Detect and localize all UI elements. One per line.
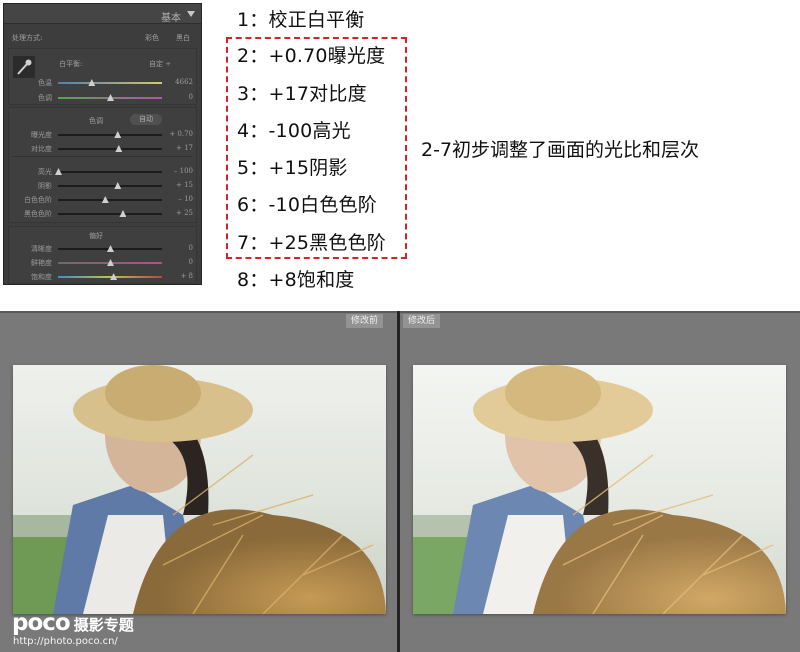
slider-label: 阴影 [38, 182, 52, 190]
slider-track[interactable] [58, 245, 162, 252]
tone-label: 色调 [89, 117, 103, 125]
treatment-color-button[interactable]: 彩色 [145, 33, 159, 43]
after-photo-image [413, 365, 786, 614]
slider-track[interactable] [58, 131, 162, 138]
poco-subtitle: 摄影专题 [73, 616, 134, 634]
compare-divider[interactable] [397, 311, 400, 652]
slider-label: 高光 [38, 168, 52, 176]
step-item: 2：+0.70曝光度 [237, 45, 386, 67]
collapse-triangle-icon[interactable] [187, 11, 195, 17]
slider-track[interactable] [58, 210, 162, 217]
panel-header[interactable]: 基本 [4, 4, 201, 24]
slider-label: 色调 [38, 94, 52, 102]
slider-value[interactable]: – 10 [167, 195, 193, 203]
slider-value[interactable]: 4662 [167, 78, 193, 86]
slider-label: 色温 [38, 79, 52, 87]
compare-top-border [0, 311, 800, 313]
slider-label: 黑色色阶 [24, 210, 52, 218]
slider-track[interactable] [58, 259, 162, 266]
slider-value[interactable]: 0 [167, 258, 193, 266]
before-after-view: 修改前 修改后 [0, 311, 800, 652]
panel-title: 基本 [161, 13, 181, 24]
slider-label: 对比度 [31, 145, 52, 153]
poco-logo-text: poco [12, 610, 71, 636]
slider-value[interactable]: + 25 [167, 209, 193, 217]
after-label: 修改后 [403, 314, 441, 328]
poco-watermark: poco 摄影专题 http://photo.poco.cn/ [12, 610, 134, 647]
after-photo[interactable] [413, 365, 786, 614]
step-item: 3：+17对比度 [237, 83, 367, 105]
slider-track[interactable] [55, 168, 162, 175]
slider-value[interactable]: + 0.70 [167, 130, 193, 138]
slider-label: 饱和度 [31, 273, 52, 281]
tone-divider [12, 156, 192, 157]
before-photo-image [13, 365, 386, 614]
slider-value[interactable]: 0 [167, 244, 193, 252]
slider-value[interactable]: 0 [167, 93, 193, 101]
slider-track[interactable] [58, 196, 162, 203]
eyedropper-icon[interactable] [13, 56, 35, 78]
step-item: 6：-10白色色阶 [237, 194, 377, 216]
slider-value[interactable]: – 100 [167, 167, 193, 175]
slider-track[interactable] [58, 182, 162, 189]
basic-panel: 基本 处理方式: 彩色 黑白 白平衡: 自定 ÷ 色温 4662 色调 0 色调 自动… [3, 3, 202, 285]
slider-track[interactable] [58, 79, 162, 86]
step-item: 8：+8饱和度 [237, 269, 355, 291]
presence-label: 偏好 [89, 232, 103, 240]
slider-value[interactable]: + 17 [167, 144, 193, 152]
step-item: 4：-100高光 [237, 120, 351, 142]
treatment-label: 处理方式: [12, 34, 43, 42]
poco-url: http://photo.poco.cn/ [13, 636, 118, 647]
step-item: 1：校正白平衡 [237, 9, 365, 31]
slider-label: 白色色阶 [24, 196, 52, 204]
wb-label: 白平衡: [59, 60, 83, 68]
summary-text: 2-7初步调整了画面的光比和层次 [421, 139, 700, 161]
step-item: 5：+15阴影 [237, 157, 348, 179]
slider-value[interactable]: + 15 [167, 181, 193, 189]
slider-label: 曝光度 [31, 131, 52, 139]
slider-label: 鲜艳度 [31, 259, 52, 267]
wb-preset-select[interactable]: 自定 ÷ [149, 59, 171, 69]
highlight-box [226, 37, 407, 259]
slider-label: 清晰度 [31, 245, 52, 253]
step-item: 7：+25黑色色阶 [237, 232, 386, 254]
before-photo[interactable] [13, 365, 386, 614]
slider-track[interactable] [58, 145, 162, 152]
slider-value[interactable]: + 8 [167, 272, 193, 280]
auto-tone-button[interactable]: 自动 [130, 114, 162, 125]
slider-track[interactable] [58, 273, 162, 280]
slider-track[interactable] [58, 94, 162, 101]
before-label: 修改前 [346, 314, 384, 328]
treatment-bw-button[interactable]: 黑白 [176, 33, 190, 43]
